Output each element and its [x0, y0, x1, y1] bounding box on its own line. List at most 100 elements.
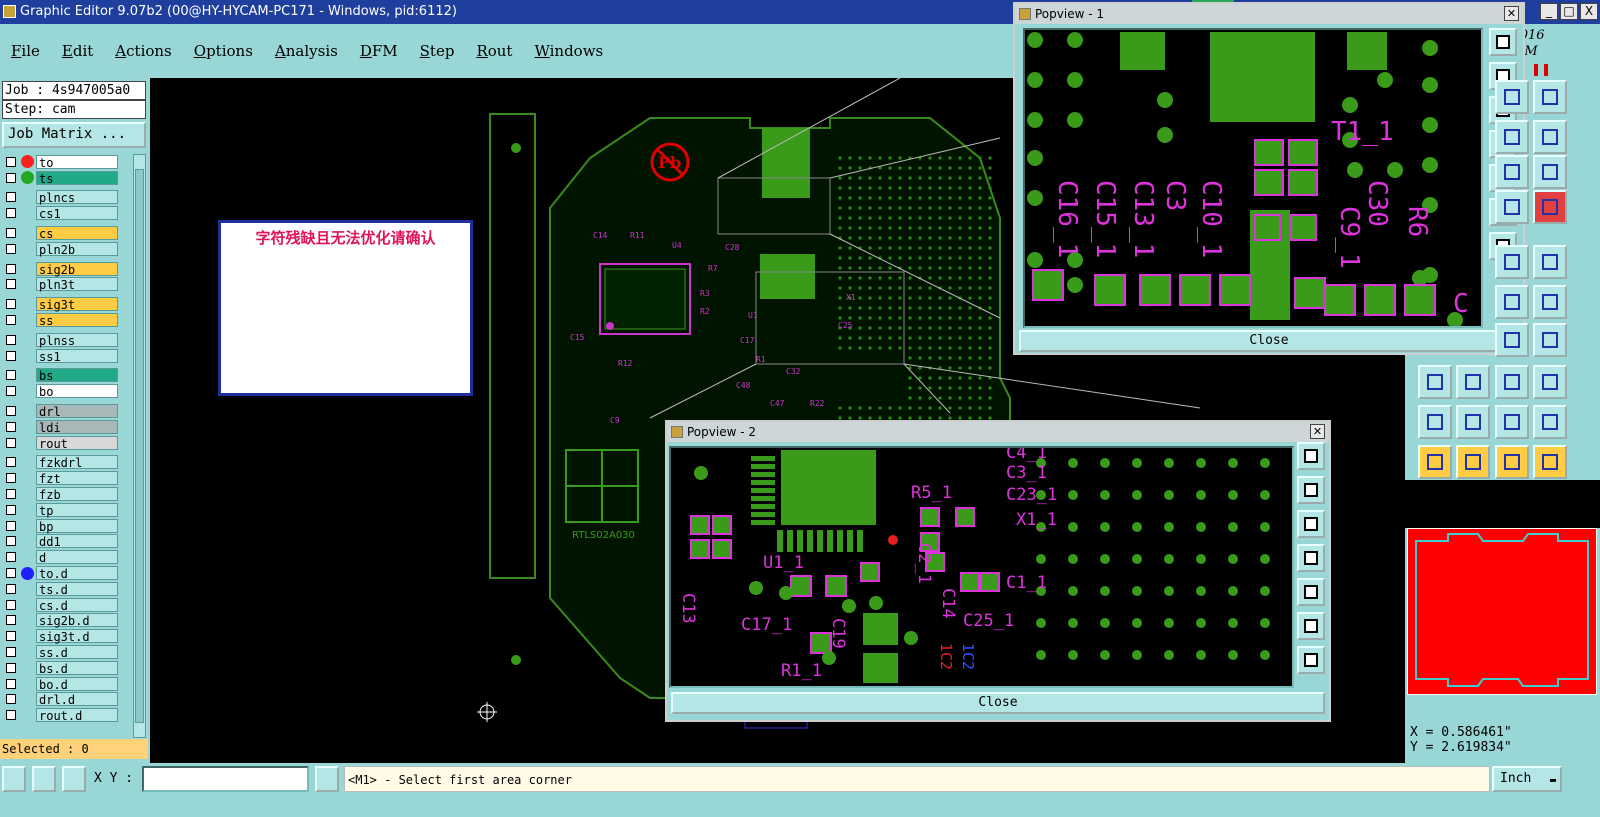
tool-button[interactable]	[1495, 445, 1529, 479]
layer-name[interactable]: plncs	[36, 190, 118, 205]
layer-name[interactable]: drl.d	[36, 692, 118, 707]
layer-checkbox[interactable]	[6, 263, 16, 274]
tool-button[interactable]	[1456, 365, 1490, 399]
popview-pan-up-icon[interactable]	[1297, 476, 1325, 504]
layer-row[interactable]: sig3t	[2, 296, 132, 312]
layer-name[interactable]: bo.d	[36, 676, 118, 692]
popview-zoom-icon[interactable]	[1297, 442, 1325, 470]
close-button[interactable]: X	[1580, 3, 1598, 20]
layer-row[interactable]: drl.d	[2, 692, 132, 707]
layer-row[interactable]: sig3t.d	[2, 628, 132, 644]
layer-name[interactable]: pln2b	[36, 241, 118, 257]
tool-button[interactable]	[1533, 80, 1567, 114]
layer-row[interactable]: fzb	[2, 486, 132, 502]
menu-edit[interactable]: Edit	[51, 42, 104, 60]
layer-checkbox[interactable]	[6, 615, 16, 626]
layer-name[interactable]: sig3t	[36, 297, 118, 312]
layer-name[interactable]: d	[36, 550, 118, 565]
layer-name[interactable]: bs	[36, 368, 118, 383]
layer-row[interactable]: pln3t	[2, 277, 132, 292]
layer-row[interactable]: d	[2, 549, 132, 565]
popview-1-close-icon[interactable]: ✕	[1504, 6, 1519, 21]
layer-row[interactable]: bs	[2, 368, 132, 383]
layer-checkbox[interactable]	[6, 599, 16, 610]
layer-checkbox[interactable]	[6, 421, 16, 432]
layer-checkbox[interactable]	[6, 243, 16, 254]
popview-center-icon[interactable]	[1297, 646, 1325, 674]
layer-row[interactable]: ts	[2, 170, 132, 186]
layer-row[interactable]: cs.d	[2, 597, 132, 613]
layer-name[interactable]: fzt	[36, 471, 118, 486]
layer-name[interactable]: sig2b	[36, 261, 118, 277]
layer-name[interactable]: dd1	[36, 534, 118, 549]
layer-checkbox[interactable]	[6, 279, 16, 290]
units-select[interactable]: Inch ▬	[1492, 766, 1562, 792]
layer-checkbox[interactable]	[6, 192, 16, 203]
layer-row[interactable]: plncs	[2, 190, 132, 205]
grid-icon[interactable]	[62, 766, 86, 792]
tool-button[interactable]	[1533, 245, 1567, 279]
layer-checkbox[interactable]	[6, 552, 16, 563]
popview-pan-right-icon[interactable]	[1297, 578, 1325, 606]
tool-button[interactable]	[1495, 155, 1529, 189]
layer-name[interactable]: cs.d	[36, 597, 118, 613]
tool-button[interactable]	[1495, 245, 1529, 279]
tool-button[interactable]	[1495, 120, 1529, 154]
layer-name[interactable]: drl	[36, 404, 118, 419]
layer-row[interactable]: tp	[2, 502, 132, 518]
menu-rout[interactable]: Rout	[465, 42, 523, 60]
layer-row[interactable]: drl	[2, 403, 132, 419]
layer-checkbox[interactable]	[6, 315, 16, 326]
maximize-button[interactable]: □	[1560, 3, 1578, 20]
layer-row[interactable]: ts.d	[2, 581, 132, 597]
layer-row[interactable]: sig2b	[2, 261, 132, 277]
layer-row[interactable]: ss	[2, 312, 132, 328]
layer-row[interactable]: fzkdrl	[2, 455, 132, 470]
tool-button[interactable]	[1533, 445, 1567, 479]
layer-row[interactable]: plnss	[2, 332, 132, 348]
layer-name[interactable]: pln3t	[36, 277, 118, 292]
tool-button[interactable]	[1456, 405, 1490, 439]
layer-row[interactable]: pln2b	[2, 241, 132, 257]
layer-checkbox[interactable]	[6, 536, 16, 547]
tool-button[interactable]	[1495, 80, 1529, 114]
layer-checkbox[interactable]	[6, 172, 16, 183]
layer-checkbox[interactable]	[6, 334, 16, 345]
info-icon[interactable]	[315, 766, 339, 792]
layer-name[interactable]: sig2b.d	[36, 613, 118, 628]
layer-name[interactable]: ss1	[36, 348, 118, 364]
layer-checkbox[interactable]	[6, 350, 16, 361]
layer-name[interactable]: cs1	[36, 206, 118, 221]
layer-checkbox[interactable]	[6, 631, 16, 642]
layer-row[interactable]: to.d	[2, 565, 132, 581]
popview-pan-left-icon[interactable]	[1297, 544, 1325, 572]
popview-pan-down-icon[interactable]	[1297, 510, 1325, 538]
layer-checkbox[interactable]	[6, 694, 16, 705]
tool-button[interactable]	[1495, 405, 1529, 439]
tool-button[interactable]	[1533, 190, 1567, 224]
job-matrix-button[interactable]: Job Matrix ...	[2, 122, 146, 148]
tool-button[interactable]	[1533, 405, 1567, 439]
popview-2-titlebar[interactable]: Popview - 2 ✕	[667, 422, 1329, 442]
popview-1-close-button[interactable]: Close	[1019, 330, 1519, 352]
xy-input[interactable]	[142, 766, 309, 792]
layer-name[interactable]: ts.d	[36, 581, 118, 597]
popview-fit-icon[interactable]	[1297, 612, 1325, 640]
layer-row[interactable]: fzt	[2, 470, 132, 486]
tool-button[interactable]	[1418, 405, 1452, 439]
layer-name[interactable]: fzkdrl	[36, 455, 118, 470]
layer-row[interactable]: ss1	[2, 348, 132, 364]
layer-name[interactable]: bs.d	[36, 660, 118, 676]
layer-list-scrollbar[interactable]	[133, 154, 146, 738]
tool-button[interactable]	[1533, 285, 1567, 319]
menu-actions[interactable]: Actions	[104, 42, 182, 60]
popview-1-view[interactable]: C16_1 C15_1 C13_1 C3 C10_1 T1_1 C30 C9_1…	[1023, 28, 1483, 328]
measure-icon[interactable]	[32, 766, 56, 792]
scrollbar-thumb[interactable]	[135, 169, 144, 723]
layer-name[interactable]: plnss	[36, 332, 118, 348]
layer-checkbox[interactable]	[6, 647, 16, 657]
layer-name[interactable]: bp	[36, 518, 118, 534]
layer-checkbox[interactable]	[6, 457, 16, 468]
layer-checkbox[interactable]	[6, 662, 16, 673]
layer-checkbox[interactable]	[6, 437, 16, 448]
